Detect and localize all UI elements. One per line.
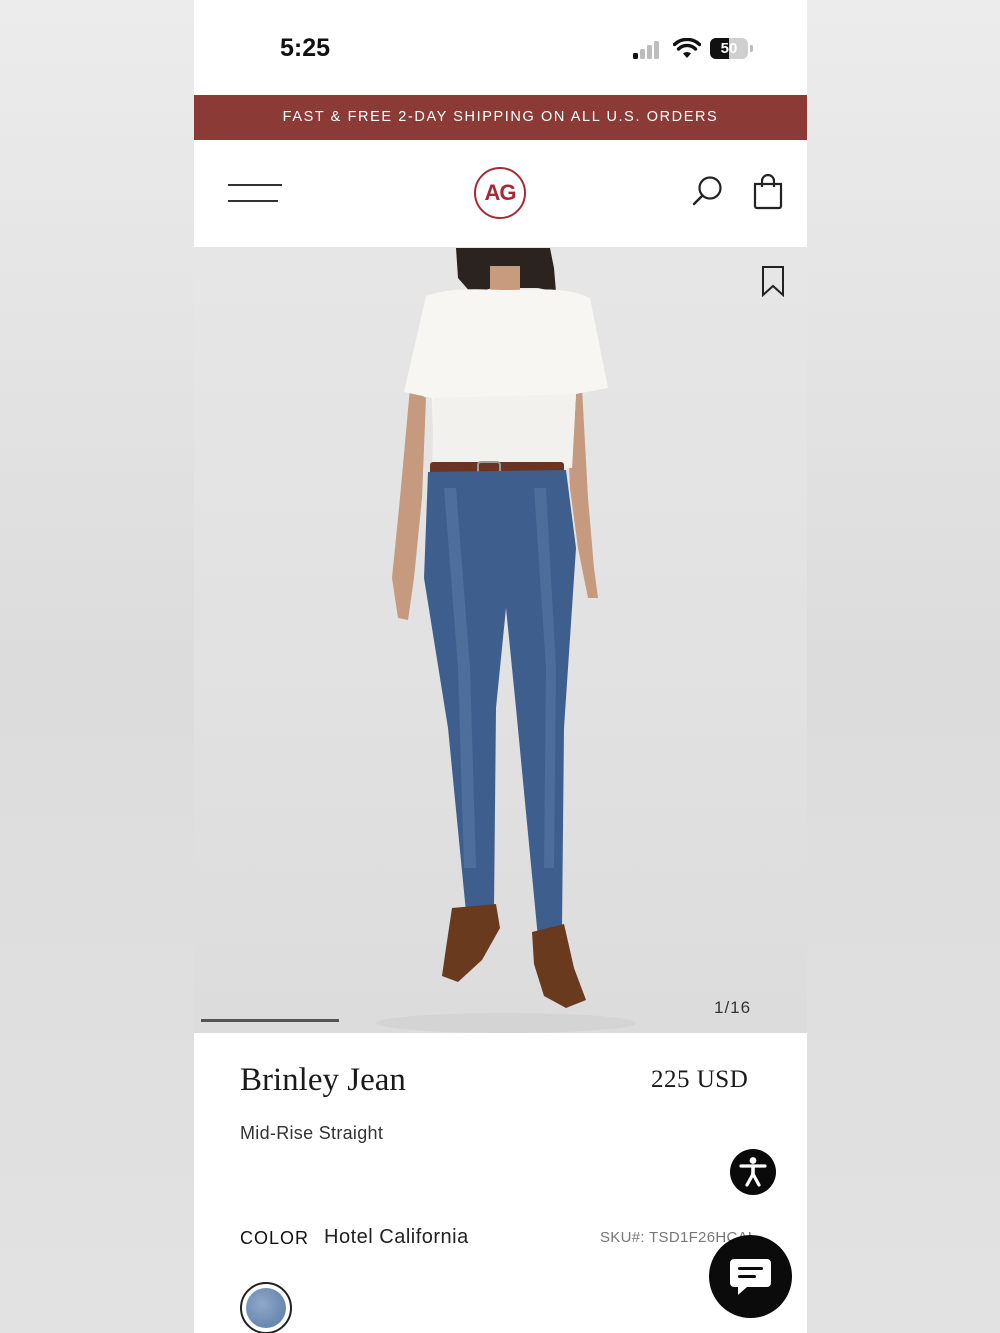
bookmark-icon[interactable] xyxy=(760,265,786,297)
image-counter: 1/16 xyxy=(714,998,752,1017)
battery-percent: 50 xyxy=(720,40,738,57)
phone-screen: 5:25 50 FAST & FREE 2-DAY SHIPPING ON AL… xyxy=(194,0,807,1333)
menu-icon[interactable] xyxy=(228,184,282,204)
gallery-progress-track xyxy=(201,1019,801,1022)
signal-icon xyxy=(633,41,659,59)
chat-button[interactable] xyxy=(709,1235,792,1318)
brand-logo[interactable]: AG xyxy=(474,167,526,219)
color-swatch-hotel-california[interactable] xyxy=(240,1282,292,1333)
chat-icon xyxy=(730,1259,771,1295)
color-value: Hotel California xyxy=(324,1226,469,1248)
accessibility-button[interactable] xyxy=(730,1149,776,1195)
battery-body: 50 xyxy=(710,38,748,59)
gallery-progress-fill xyxy=(201,1019,339,1022)
wifi-icon xyxy=(673,38,701,58)
status-time: 5:25 xyxy=(280,34,331,62)
color-label: COLOR xyxy=(240,1228,310,1248)
background-left xyxy=(0,0,194,1333)
battery-indicator: 50 xyxy=(710,38,754,60)
product-price: 225 USD xyxy=(651,1066,749,1093)
search-icon[interactable] xyxy=(691,174,725,208)
shopping-bag-icon[interactable] xyxy=(751,174,785,210)
accessibility-icon xyxy=(739,1157,767,1187)
product-name: Brinley Jean xyxy=(240,1062,406,1098)
status-bar: 5:25 50 xyxy=(194,0,807,95)
product-fit: Mid-Rise Straight xyxy=(240,1123,384,1143)
model-photo xyxy=(376,248,636,1033)
product-image[interactable]: 1/16 xyxy=(194,248,807,1033)
site-header: AG xyxy=(194,140,807,248)
background-right xyxy=(807,0,1000,1333)
battery-cap xyxy=(750,45,753,52)
swatch-fill xyxy=(246,1288,286,1328)
promo-banner[interactable]: FAST & FREE 2-DAY SHIPPING ON ALL U.S. O… xyxy=(194,95,807,140)
